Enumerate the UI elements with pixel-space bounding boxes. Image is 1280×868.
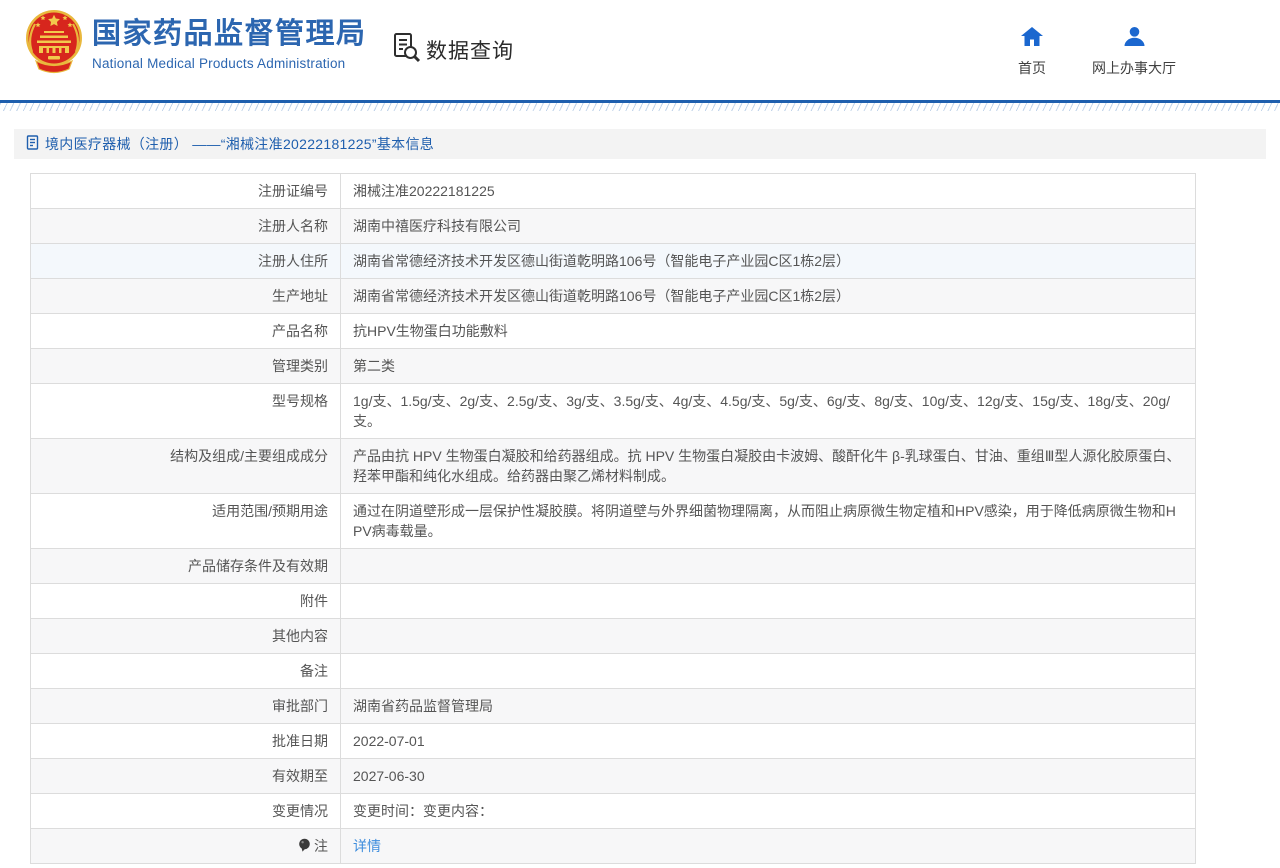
row-label: 变更情况 [31,794,341,828]
table-row: 批准日期 2022-07-01 [31,724,1195,759]
row-label: 注 [31,829,341,863]
row-label: 生产地址 [31,279,341,313]
row-value: 1g/支、1.5g/支、2g/支、2.5g/支、3g/支、3.5g/支、4g/支… [341,384,1195,438]
nav-home[interactable]: 首页 [1018,27,1046,78]
row-label: 批准日期 [31,724,341,758]
row-label-text: 产品名称 [272,321,328,341]
row-label-text: 适用范围/预期用途 [212,501,328,521]
row-label: 其他内容 [31,619,341,653]
row-label: 结构及组成/主要组成成分 [31,439,341,493]
home-icon [1021,27,1043,51]
nav-home-label: 首页 [1018,58,1046,78]
row-value: 湖南中禧医疗科技有限公司 [341,209,1195,243]
row-label-text: 备注 [300,661,328,681]
page-title-bar: 境内医疗器械（注册） ——“湘械注准20222181225”基本信息 [14,129,1266,159]
row-label-text: 注册证编号 [258,181,328,201]
table-row: 注册人住所湖南省常德经济技术开发区德山街道乾明路106号（智能电子产业园C区1栋… [31,244,1195,279]
row-value: 湖南省常德经济技术开发区德山街道乾明路106号（智能电子产业园C区1栋2层） [341,279,1195,313]
row-value: 变更时间：变更内容： [341,794,1195,828]
row-label-text: 其他内容 [272,626,328,646]
site-header: 国家药品监督管理局 National Medical Products Admi… [0,0,1280,100]
row-label: 注册证编号 [31,174,341,208]
row-value [341,654,1195,688]
row-value: 湘械注准20222181225 [341,174,1195,208]
table-row: 型号规格 1g/支、1.5g/支、2g/支、2.5g/支、3g/支、3.5g/支、… [31,384,1195,439]
page-title: 境内医疗器械（注册） ——“湘械注准20222181225”基本信息 [45,134,434,154]
document-icon [26,135,39,153]
table-row: 注册人名称湖南中禧医疗科技有限公司 [31,209,1195,244]
row-value: 湖南省药品监督管理局 [341,689,1195,723]
nav-service-hall[interactable]: 网上办事大厅 [1092,27,1176,78]
row-label-text: 有效期至 [272,766,328,786]
row-label: 审批部门 [31,689,341,723]
table-row: 产品名称抗HPV生物蛋白功能敷料 [31,314,1195,349]
table-row: 结构及组成/主要组成成分产品由抗 HPV 生物蛋白凝胶和给药器组成。抗 HPV … [31,439,1195,494]
row-label-text: 生产地址 [272,286,328,306]
row-label-text: 结构及组成/主要组成成分 [170,446,328,466]
doc-search-icon [391,31,421,68]
row-label: 产品储存条件及有效期 [31,549,341,583]
detail-link[interactable]: 详情 [353,838,381,854]
row-value: 湖南省常德经济技术开发区德山街道乾明路106号（智能电子产业园C区1栋2层） [341,244,1195,278]
table-row: 审批部门湖南省药品监督管理局 [31,689,1195,724]
row-label-text: 附件 [300,591,328,611]
row-label: 备注 [31,654,341,688]
row-label-text: 管理类别 [272,356,328,376]
row-label-text: 批准日期 [272,731,328,751]
row-value: 产品由抗 HPV 生物蛋白凝胶和给药器组成。抗 HPV 生物蛋白凝胶由卡波姆、酸… [341,439,1195,493]
row-value: 2027-06-30 [341,759,1195,793]
table-row: 适用范围/预期用途通过在阴道壁形成一层保护性凝胶膜。将阴道壁与外界细菌物理隔离，… [31,494,1195,549]
row-label: 附件 [31,584,341,618]
row-label-text: 注册人住所 [258,251,328,271]
header-divider-hatch [0,103,1280,111]
org-name-en: National Medical Products Administration [92,56,367,71]
row-value: 第二类 [341,349,1195,383]
row-value: 抗HPV生物蛋白功能敷料 [341,314,1195,348]
table-row: 附件 [31,584,1195,619]
table-row: 有效期至 2027-06-30 [31,759,1195,794]
row-value: 通过在阴道壁形成一层保护性凝胶膜。将阴道壁与外界细菌物理隔离，从而阻止病原微生物… [341,494,1195,548]
row-value: 详情 [341,829,1195,863]
national-emblem-icon [22,65,86,82]
row-label-text: 注册人名称 [258,216,328,236]
org-title-block: 国家药品监督管理局 National Medical Products Admi… [92,17,367,71]
row-value [341,584,1195,618]
row-label-text: 变更情况 [272,801,328,821]
row-label-text: 注 [314,836,328,856]
row-label: 型号规格 [31,384,341,438]
nav-service-hall-label: 网上办事大厅 [1092,58,1176,78]
info-table: 注册证编号湘械注准20222181225注册人名称湖南中禧医疗科技有限公司注册人… [30,173,1196,864]
top-nav: 首页 网上办事大厅 [1018,27,1176,78]
table-row: 注册证编号湘械注准20222181225 [31,174,1195,209]
nmpa-logo[interactable] [22,8,86,78]
table-row: 生产地址湖南省常德经济技术开发区德山街道乾明路106号（智能电子产业园C区1栋2… [31,279,1195,314]
row-label: 注册人住所 [31,244,341,278]
table-row: 注 详情 [31,829,1195,864]
data-query-label: 数据查询 [426,35,514,65]
row-label: 有效期至 [31,759,341,793]
table-row: 备注 [31,654,1195,689]
table-row: 产品储存条件及有效期 [31,549,1195,584]
row-label-text: 型号规格 [272,391,328,411]
table-row: 变更情况变更时间：变更内容： [31,794,1195,829]
row-label: 管理类别 [31,349,341,383]
data-query-module[interactable]: 数据查询 [391,31,514,68]
row-value [341,549,1195,583]
table-row: 管理类别第二类 [31,349,1195,384]
table-row: 其他内容 [31,619,1195,654]
row-label-text: 产品储存条件及有效期 [188,556,328,576]
row-label: 适用范围/预期用途 [31,494,341,548]
org-name-cn: 国家药品监督管理局 [92,17,367,51]
user-icon [1124,27,1145,51]
row-label-text: 审批部门 [272,696,328,716]
row-value [341,619,1195,653]
row-label: 注册人名称 [31,209,341,243]
row-label: 产品名称 [31,314,341,348]
row-value: 2022-07-01 [341,724,1195,758]
note-icon [298,836,311,856]
